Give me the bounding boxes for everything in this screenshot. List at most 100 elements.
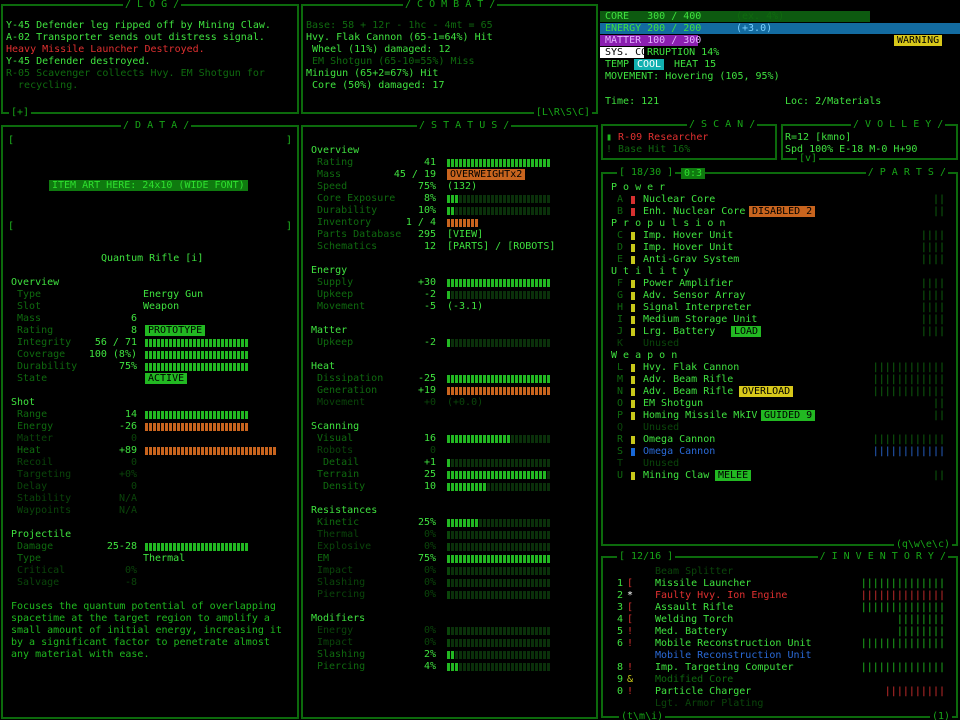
status-section-header: Matter: [311, 325, 348, 336]
inventory-item-name: Faulty Hvy. Ion Engine: [655, 590, 788, 601]
part-slot-d[interactable]: D Imp. Hover Unit ||||: [603, 242, 953, 254]
stat-bar: [447, 483, 487, 491]
part-integrity-icon: ||||: [920, 326, 945, 337]
part-status-icon: [631, 256, 635, 264]
part-integrity-icon: ||: [932, 410, 945, 421]
inventory-item-icon: *: [627, 590, 634, 601]
part-slot-o[interactable]: O EM Shotgun ||: [603, 398, 953, 410]
part-slot-s[interactable]: S Omega Cannon ||||||||||||: [603, 446, 953, 458]
inventory-slot-key: 4: [617, 614, 624, 625]
status-row-label: Thermal: [317, 529, 360, 540]
part-slot-p[interactable]: P Homing Missile MkIV GUIDED 9 ||: [603, 410, 953, 422]
parts-count: [ 18/30 ]: [617, 167, 676, 179]
status-section-header: Energy: [311, 265, 348, 276]
status-row-label: Upkeep: [317, 337, 354, 348]
status-row-extra[interactable]: [PARTS] / [ROBOTS]: [447, 241, 555, 253]
inventory-integrity-icon: ||||||||: [896, 614, 945, 625]
inventory-item[interactable]: Lgt. Armor Plating: [603, 698, 953, 710]
part-slot-l[interactable]: L Hvy. Flak Cannon ||||||||||||: [603, 362, 953, 374]
part-slot-c[interactable]: C Imp. Hover Unit ||||: [603, 230, 953, 242]
data-row-value: Weapon: [143, 301, 180, 312]
inventory-item[interactable]: 3[Assault Rifle ||||||||||||||: [603, 602, 953, 614]
status-row-label: Visual: [317, 433, 354, 444]
stat-bar-empty: [455, 207, 551, 215]
status-row-value: 295: [417, 229, 436, 240]
part-slot-key: B: [617, 206, 624, 217]
part-slot-key: S: [617, 446, 624, 457]
status-row-value: +1: [423, 457, 436, 468]
part-slot-i[interactable]: I Medium Storage Unit ||||: [603, 314, 953, 326]
part-slot-u[interactable]: U Mining Claw MELEE ||: [603, 470, 953, 482]
status-row-label: Supply: [317, 277, 354, 288]
status-panel: / S T A T U S / Overview Rating 41 Mass 45 /…: [301, 120, 598, 719]
inventory-item[interactable]: 0! Particle Charger ||||||||||: [603, 686, 953, 698]
description-line: Focuses the quantum potential of overlap…: [11, 601, 276, 612]
parts-footer[interactable]: (q\w\e\c): [893, 539, 952, 551]
part-slot-r[interactable]: R Omega Cannon ||||||||||||: [603, 434, 953, 446]
status-row-extra: (132): [447, 181, 478, 192]
inventory-item-name: Particle Charger: [655, 686, 752, 697]
inventory-item[interactable]: 6! Mobile Reconstruction Unit ||||||||||||…: [603, 638, 953, 650]
part-slot-e[interactable]: E Anti-Grav System ||||: [603, 254, 953, 266]
inventory-item[interactable]: 9 & Modified Core: [603, 674, 953, 686]
inventory-item[interactable]: 8! Imp. Targeting Computer ||||||||||||||: [603, 662, 953, 674]
part-badge: MELEE: [715, 470, 752, 481]
energy-readout: ENERGY 200 / 200: [605, 23, 702, 34]
status-row-label: Impact: [317, 637, 354, 648]
inventory-integrity-icon: ||||||||: [896, 626, 945, 637]
part-slot-n[interactable]: N Adv. Beam Rifle OVERLOAD ||||||||||||: [603, 386, 953, 398]
inventory-item[interactable]: 5! Med. Battery ||||||||: [603, 626, 953, 638]
part-slot-g[interactable]: G Adv. Sensor Array ||||: [603, 290, 953, 302]
part-badge: GUIDED 9: [761, 410, 816, 421]
inventory-item[interactable]: Beam Splitter: [603, 566, 953, 578]
part-slot-j[interactable]: J Lrg. Battery LOAD ||||: [603, 326, 953, 338]
volley-toggle[interactable]: [v]: [797, 153, 820, 165]
status-row-value: 41: [423, 157, 436, 168]
parts-group-header: P r o p u l s i o n: [611, 218, 726, 229]
stat-bar: [447, 435, 511, 443]
inventory-item-name: Modified Core: [655, 674, 734, 685]
part-integrity-icon: ||: [932, 398, 945, 409]
data-row-value: 0: [130, 433, 137, 444]
stat-bar: [145, 351, 249, 359]
inventory-item[interactable]: Mobile Reconstruction Unit: [603, 650, 953, 662]
part-slot-h[interactable]: H Signal Interpreter ||||: [603, 302, 953, 314]
status-row-label: Piercing: [317, 661, 366, 672]
stat-bar: [447, 159, 551, 167]
inventory-integrity-icon: ||||||||||||||: [860, 638, 945, 649]
inventory-slot-key: 6: [617, 638, 624, 649]
part-slot-m[interactable]: M Adv. Beam Rifle ||||||||||||: [603, 374, 953, 386]
status-row-extra[interactable]: [VIEW]: [447, 229, 483, 241]
part-slot-f[interactable]: F Power Amplifier ||||: [603, 278, 953, 290]
data-row-value: 0%: [124, 565, 137, 576]
inventory-item[interactable]: 1[Missile Launcher ||||||||||||||: [603, 578, 953, 590]
status-row-label: Core Exposure: [317, 193, 396, 204]
data-row-label: Type: [17, 289, 42, 300]
stat-bar: [447, 387, 551, 395]
inventory-footer[interactable]: (t\m\i): [619, 711, 666, 720]
part-status-icon: [631, 472, 635, 480]
status-row-label: Slashing: [317, 649, 366, 660]
part-slot-b[interactable]: B Enh. Nuclear Core DISABLED 2 ||: [603, 206, 953, 218]
status-row-label: Inventory: [317, 217, 372, 228]
status-row-label: EM: [317, 553, 330, 564]
log-expand-button[interactable]: [+]: [9, 107, 32, 119]
log-title: / L O G /: [123, 0, 182, 11]
part-slot-a[interactable]: A Nuclear Core ||: [603, 194, 953, 206]
part-integrity-icon: ||||: [920, 302, 945, 313]
inventory-item[interactable]: 2 * Faulty Hvy. Ion Engine ||||||||||||||: [603, 590, 953, 602]
part-integrity-icon: ||||: [920, 242, 945, 253]
stat-bar-empty: [459, 663, 551, 671]
part-status-icon: [631, 412, 635, 420]
combat-filter-tabs[interactable]: [L\R\S\C]: [533, 107, 592, 119]
scan-target-icon: ▮: [606, 132, 619, 143]
status-row-label: Robots: [317, 445, 354, 456]
parts-tab[interactable]: 0:3: [681, 168, 706, 179]
part-name: Hvy. Flak Cannon: [643, 362, 740, 373]
inventory-item[interactable]: 4[Welding Torch ||||||||: [603, 614, 953, 626]
part-status-icon: [631, 196, 635, 204]
status-row-label: Terrain: [317, 469, 360, 480]
inventory-page[interactable]: (1): [929, 711, 952, 720]
log-line: Y-45 Defender destroyed.: [6, 56, 151, 67]
status-row-value: -2: [423, 337, 436, 348]
